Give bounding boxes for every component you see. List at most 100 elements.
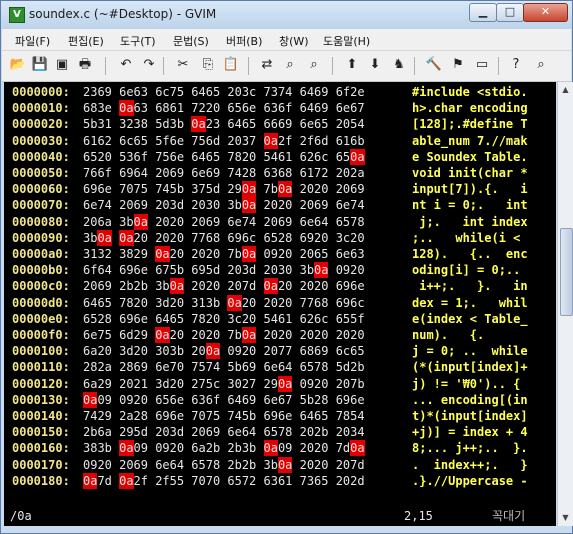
hex-byte[interactable]: 72 xyxy=(314,165,328,181)
hex-byte[interactable]: 2b xyxy=(119,278,133,294)
hex-byte[interactable]: 09 xyxy=(278,440,292,456)
hex-byte[interactable]: 6c xyxy=(314,311,328,327)
make-icon[interactable]: 🔨 xyxy=(425,56,443,74)
hex-byte[interactable]: 69 xyxy=(134,457,148,473)
hex-byte[interactable]: 73 xyxy=(300,473,314,489)
hex-byte[interactable]: 69 xyxy=(264,408,278,424)
hexdump-row[interactable]: 00000f0: 6e 75 6d 29 0a 20 20 20 7b 0a 20 20 20 20 20 20… xyxy=(4,327,556,343)
hex-byte[interactable]: 3d xyxy=(170,197,184,213)
hex-byte[interactable]: 74 xyxy=(278,84,292,100)
hex-byte[interactable]: 70 xyxy=(191,408,205,424)
hex-byte[interactable]: 29 xyxy=(97,376,111,392)
hex-byte[interactable]: 20 xyxy=(191,327,205,343)
hex-byte[interactable]: 63 xyxy=(350,246,364,262)
hex-byte[interactable]: 6e xyxy=(300,116,314,132)
hex-byte[interactable]: 2b xyxy=(227,440,241,456)
hex-byte[interactable]: 69 xyxy=(278,214,292,230)
hex-byte[interactable]: 20 xyxy=(314,327,328,343)
hex-byte[interactable]: 6e xyxy=(119,84,133,100)
hexdump-row[interactable]: 0000030: 61 62 6c 65 5f 6e 75 6d 20 37 0a 2f 2f 6d 61 6b… xyxy=(4,132,556,149)
run-script-icon[interactable]: ♞ xyxy=(390,56,408,74)
hexdump-row[interactable]: 00000d0: 64 65 78 20 3d 20 31 3b 0a 20 20 20 77 68 69 6c… xyxy=(4,294,556,311)
hexdump-row[interactable]: 0000060: 69 6e 70 75 74 5b 37 5d 29 0a 7b 0a 20 20 20 69… xyxy=(4,181,556,198)
hex-byte[interactable]: 20 xyxy=(300,457,314,473)
hex-byte[interactable]: 77 xyxy=(191,230,205,246)
hexdump-row[interactable]: 00000a0: 31 32 38 29 0a 20 20 20 7b 0a 09 20 20 65 6e 63… xyxy=(4,246,556,262)
open-file-icon[interactable]: 📂 xyxy=(9,56,27,74)
hex-byte[interactable]: 65 xyxy=(206,84,220,100)
menu-file[interactable]: 파일(F) xyxy=(15,33,50,49)
hex-byte[interactable]: 64 xyxy=(227,392,241,408)
hex-byte[interactable]: 6e xyxy=(170,149,184,165)
hex-byte[interactable]: 61 xyxy=(300,165,314,181)
search-match-byte[interactable]: 0a xyxy=(241,246,257,262)
hex-byte[interactable]: 54 xyxy=(264,149,278,165)
hex-byte[interactable]: 21 xyxy=(134,376,148,392)
hex-byte[interactable]: 20 xyxy=(314,457,328,473)
hex-byte[interactable]: 6e xyxy=(191,165,205,181)
hex-byte[interactable]: 75 xyxy=(155,149,169,165)
hex-byte[interactable]: 20 xyxy=(170,376,184,392)
save-session-icon[interactable]: ⬇ xyxy=(366,56,384,74)
hex-byte[interactable]: 65 xyxy=(314,408,328,424)
hex-byte[interactable]: 20 xyxy=(314,230,328,246)
hex-byte[interactable]: 20 xyxy=(134,230,148,246)
hex-byte[interactable]: 69 xyxy=(134,359,148,375)
hex-byte[interactable]: 61 xyxy=(278,473,292,489)
hex-byte[interactable]: 61 xyxy=(170,100,184,116)
hex-byte[interactable]: 65 xyxy=(83,311,97,327)
search-match-byte[interactable]: 0a xyxy=(263,278,278,295)
hex-byte[interactable]: 63 xyxy=(134,84,148,100)
hex-byte[interactable]: 62 xyxy=(300,311,314,327)
menu-window[interactable]: 창(W) xyxy=(279,33,309,49)
hex-byte[interactable]: 68 xyxy=(278,165,292,181)
hex-byte[interactable]: 78 xyxy=(227,149,241,165)
hex-byte[interactable]: 65 xyxy=(350,343,364,359)
hex-byte[interactable]: 09 xyxy=(264,246,278,262)
hex-byte[interactable]: 2a xyxy=(97,359,111,375)
hex-byte[interactable]: 37 xyxy=(242,133,256,149)
hex-byte[interactable]: 32 xyxy=(119,116,133,132)
hex-byte[interactable]: 28 xyxy=(314,392,328,408)
hex-byte[interactable]: 69 xyxy=(227,230,241,246)
hex-byte[interactable]: 6e xyxy=(83,197,97,213)
search-match-byte[interactable]: 0a xyxy=(119,440,134,457)
hex-byte[interactable]: 69 xyxy=(191,262,205,278)
hex-byte[interactable]: 75 xyxy=(134,181,148,197)
hex-byte[interactable]: 61 xyxy=(278,149,292,165)
hex-byte[interactable]: 3c xyxy=(336,230,350,246)
hex-byte[interactable]: 7d xyxy=(350,457,364,473)
hex-byte[interactable]: 73 xyxy=(264,84,278,100)
hex-byte[interactable]: 20 xyxy=(206,246,220,262)
hex-byte[interactable]: 6e xyxy=(336,100,350,116)
hex-byte[interactable]: 2a xyxy=(350,165,364,181)
hex-byte[interactable]: 34 xyxy=(350,424,364,440)
hex-byte[interactable]: 74 xyxy=(227,165,241,181)
hex-byte[interactable]: 6c xyxy=(336,343,350,359)
hex-byte[interactable]: 54 xyxy=(350,116,364,132)
hex-byte[interactable]: 2b xyxy=(206,440,220,456)
maximize-button[interactable]: □ xyxy=(496,3,524,22)
hex-byte[interactable]: 78 xyxy=(191,311,205,327)
search-match-byte[interactable]: 0a xyxy=(133,213,148,230)
hex-byte[interactable]: 20 xyxy=(155,214,169,230)
hex-byte[interactable]: 70 xyxy=(206,473,220,489)
hex-byte[interactable]: 3b xyxy=(83,230,97,246)
command-line[interactable]: /0a xyxy=(10,507,32,526)
hex-byte[interactable]: 20 xyxy=(278,327,292,343)
hex-byte[interactable]: 09 xyxy=(134,440,148,456)
hex-byte[interactable]: 5d xyxy=(134,424,148,440)
undo-icon[interactable]: ↶ xyxy=(117,56,135,74)
hex-byte[interactable]: 6a xyxy=(83,343,97,359)
hex-byte[interactable]: 6c xyxy=(155,84,169,100)
hex-byte[interactable]: 65 xyxy=(336,214,350,230)
hex-byte[interactable]: 2b xyxy=(314,424,328,440)
hex-byte[interactable]: 20 xyxy=(300,181,314,197)
hex-byte[interactable]: 2b xyxy=(350,359,364,375)
hex-byte[interactable]: 3b xyxy=(242,440,256,456)
hex-byte[interactable]: 63 xyxy=(264,100,278,116)
hex-byte[interactable]: 6a xyxy=(97,424,111,440)
hex-byte[interactable]: 20 xyxy=(242,295,256,311)
hex-byte[interactable]: 20 xyxy=(242,149,256,165)
hex-byte[interactable]: 6e xyxy=(336,246,350,262)
